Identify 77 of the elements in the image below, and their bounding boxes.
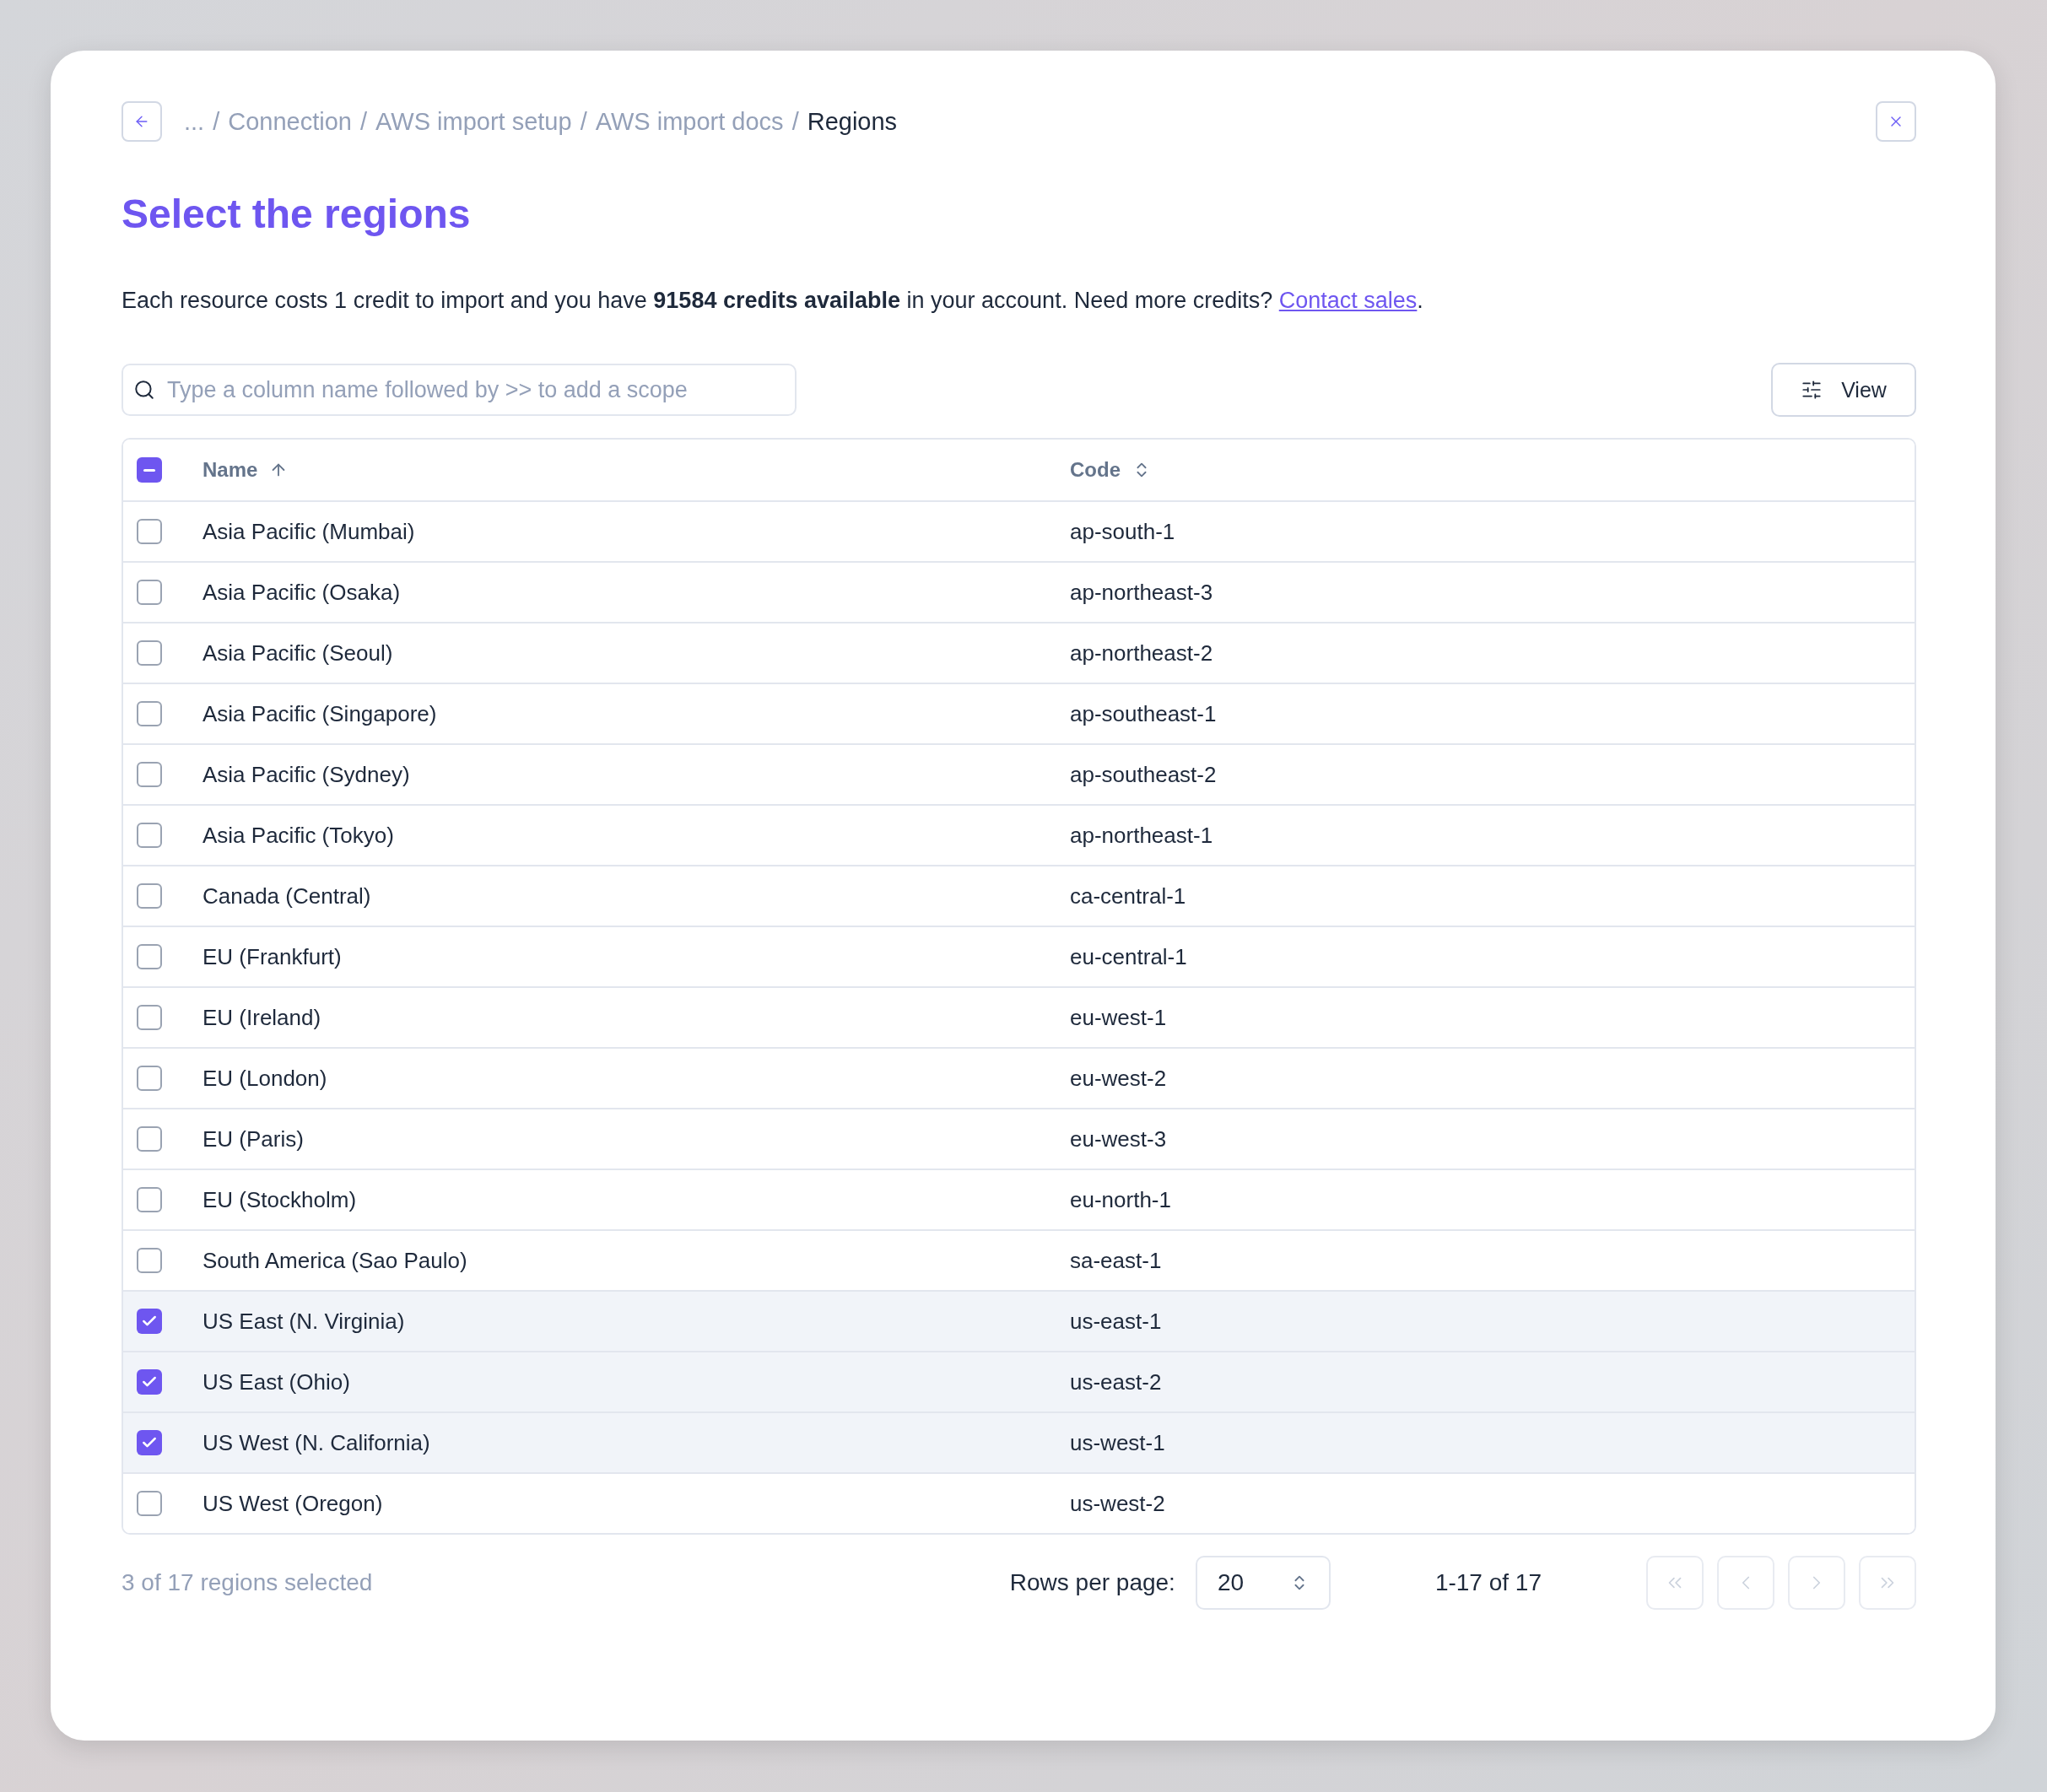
table-cell-text: EU (Stockholm) <box>203 1186 358 1213</box>
table-row[interactable]: US West (Oregon) us-west-2 <box>123 1472 1915 1533</box>
table-cell-text: Asia Pacific (Mumbai) <box>203 518 416 545</box>
row-checkbox[interactable] <box>137 1248 162 1273</box>
table-cell-text: us-west-2 <box>1070 1490 1166 1517</box>
column-header[interactable]: Name <box>203 458 289 482</box>
table-cell-text: Asia Pacific (Seoul) <box>203 640 394 667</box>
table-cell-text: US East (N. Virginia) <box>203 1308 406 1335</box>
select-all-checkbox[interactable] <box>137 457 162 483</box>
breadcrumb-separator: / <box>359 107 367 136</box>
page-title: Select the regions <box>122 191 472 238</box>
breadcrumb-link[interactable]: Regions <box>807 107 898 136</box>
table-cell-text: sa-east-1 <box>1070 1247 1163 1274</box>
column-header[interactable]: Code <box>1070 458 1151 482</box>
table-row[interactable]: US East (N. Virginia) us-east-1 <box>123 1290 1915 1351</box>
table-cell-text: EU (Paris) <box>203 1125 305 1152</box>
table-cell-text: ca-central-1 <box>1070 883 1187 909</box>
table-cell-text: eu-west-1 <box>1070 1004 1168 1031</box>
minus-icon <box>143 468 155 472</box>
breadcrumb-separator: / <box>213 107 220 136</box>
row-checkbox[interactable] <box>137 1430 162 1455</box>
contact-sales-link[interactable]: Contact sales <box>1278 288 1418 313</box>
rows-per-page-label: Rows per page: <box>1009 1569 1175 1596</box>
table-cell-text: ap-southeast-1 <box>1070 700 1218 727</box>
breadcrumb-separator: / <box>580 107 587 136</box>
table-cell-text: US East (Ohio) <box>203 1368 351 1395</box>
table-cell-text: ap-south-1 <box>1070 518 1176 545</box>
search-field[interactable]: Type a column name followed by >> to add a scope <box>122 364 797 416</box>
table-cell-text: eu-north-1 <box>1070 1186 1172 1213</box>
row-checkbox[interactable] <box>137 1309 162 1334</box>
close-button[interactable] <box>1876 101 1916 142</box>
sliders-icon <box>1801 379 1823 401</box>
row-checkbox[interactable] <box>137 640 162 666</box>
table-cell-text: ap-northeast-1 <box>1070 822 1214 849</box>
table-cell-text: us-east-1 <box>1070 1308 1163 1335</box>
row-checkbox[interactable] <box>137 519 162 544</box>
page-range: 1-17 of 17 <box>1434 1569 1542 1596</box>
table-row[interactable]: US West (N. California) us-west-1 <box>123 1411 1915 1472</box>
table-cell-text: US West (N. California) <box>203 1429 431 1456</box>
table-cell-text: eu-central-1 <box>1070 943 1188 970</box>
table-cell-text: us-east-2 <box>1070 1368 1163 1395</box>
breadcrumb-separator: / <box>791 107 799 136</box>
row-checkbox[interactable] <box>137 944 162 969</box>
table-cell-text: ap-northeast-3 <box>1070 579 1214 606</box>
table-cell-text: South America (Sao Paulo) <box>203 1247 468 1274</box>
table-cell-text: Asia Pacific (Singapore) <box>203 700 438 727</box>
row-checkbox[interactable] <box>137 1369 162 1395</box>
table-cell-text: Asia Pacific (Osaka) <box>203 579 402 606</box>
row-checkbox[interactable] <box>137 762 162 787</box>
table-cell-text: Canada (Central) <box>203 883 372 909</box>
table-cell-text: ap-northeast-2 <box>1070 640 1214 667</box>
table-cell-text: US West (Oregon) <box>203 1490 384 1517</box>
row-checkbox[interactable] <box>137 1005 162 1030</box>
credits-description: Each resource costs 1 credit to import and you have 91584 credits available in your account. Need more credits? Contact sales. <box>122 288 1424 314</box>
row-checkbox[interactable] <box>137 883 162 909</box>
table-cell-text: Asia Pacific (Tokyo) <box>203 822 395 849</box>
row-checkbox[interactable] <box>137 701 162 726</box>
row-checkbox[interactable] <box>137 823 162 848</box>
rows-per-page-select[interactable]: 20 <box>1195 1556 1331 1610</box>
table-cell-text: us-west-1 <box>1070 1429 1166 1456</box>
table-row[interactable]: US East (Ohio) us-east-2 <box>123 1351 1915 1411</box>
row-checkbox[interactable] <box>137 1491 162 1516</box>
selection-count: 3 of 17 regions selected <box>122 1569 374 1596</box>
row-checkbox[interactable] <box>137 1126 162 1152</box>
table-cell-text: eu-west-3 <box>1070 1125 1168 1152</box>
table-cell-text: eu-west-2 <box>1070 1065 1168 1092</box>
row-checkbox[interactable] <box>137 1187 162 1212</box>
search-icon <box>133 379 155 401</box>
table-cell-text: ap-southeast-2 <box>1070 761 1218 788</box>
row-checkbox[interactable] <box>137 580 162 605</box>
back-button[interactable] <box>122 101 162 142</box>
table-cell-text: EU (Frankfurt) <box>203 943 343 970</box>
row-checkbox[interactable] <box>137 1066 162 1091</box>
view-button[interactable]: View <box>1771 363 1916 417</box>
table-cell-text: Asia Pacific (Sydney) <box>203 761 411 788</box>
table-cell-text: EU (London) <box>203 1065 328 1092</box>
table-cell-text: EU (Ireland) <box>203 1004 322 1031</box>
